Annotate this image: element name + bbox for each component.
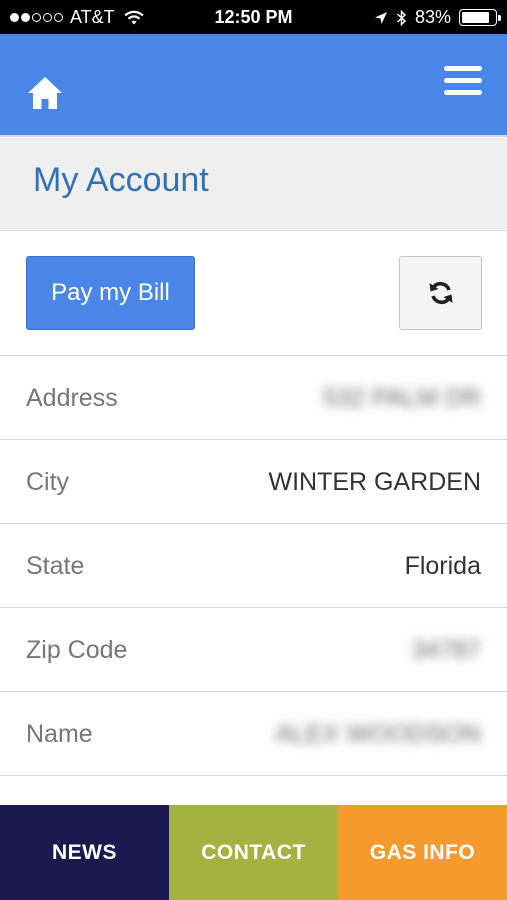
refresh-button[interactable] — [399, 256, 482, 330]
zip-code-row: Zip Code 34787 — [0, 608, 507, 692]
zip-code-value: 34787 — [411, 636, 481, 664]
refresh-icon — [429, 281, 452, 305]
pay-bill-button[interactable]: Pay my Bill — [26, 256, 195, 330]
account-info-list: Address 532 PALM DR City WINTER GARDEN S… — [0, 356, 507, 776]
news-tab[interactable]: NEWS — [0, 805, 169, 900]
state-value: Florida — [404, 552, 481, 580]
actions-row: Pay my Bill — [0, 231, 507, 356]
name-label: Name — [26, 720, 93, 748]
battery-icon — [459, 9, 501, 26]
app-header — [0, 34, 507, 135]
page-title-bar: My Account — [0, 135, 507, 231]
contact-tab[interactable]: CONTACT — [169, 805, 338, 900]
status-right: 83% — [374, 7, 501, 28]
address-row: Address 532 PALM DR — [0, 356, 507, 440]
bluetooth-icon — [396, 9, 407, 26]
page-title: My Account — [33, 161, 209, 199]
battery-percent: 83% — [414, 7, 451, 27]
name-value: ALEX WOODSON — [275, 720, 481, 748]
address-label: Address — [26, 384, 118, 412]
state-row: State Florida — [0, 524, 507, 608]
gas-info-tab[interactable]: GAS INFO — [338, 805, 507, 900]
home-icon[interactable] — [26, 74, 64, 112]
location-arrow-icon — [374, 11, 387, 24]
name-row: Name ALEX WOODSON — [0, 692, 507, 776]
address-value: 532 PALM DR — [323, 384, 481, 412]
bottom-nav: NEWS CONTACT GAS INFO — [0, 805, 507, 900]
status-bar: AT&T 12:50 PM 83% — [0, 0, 507, 34]
city-label: City — [26, 468, 70, 496]
city-row: City WINTER GARDEN — [0, 440, 507, 524]
zip-code-label: Zip Code — [26, 636, 128, 664]
state-label: State — [26, 552, 85, 580]
city-value: WINTER GARDEN — [268, 468, 482, 496]
hamburger-menu-icon[interactable] — [444, 66, 482, 102]
